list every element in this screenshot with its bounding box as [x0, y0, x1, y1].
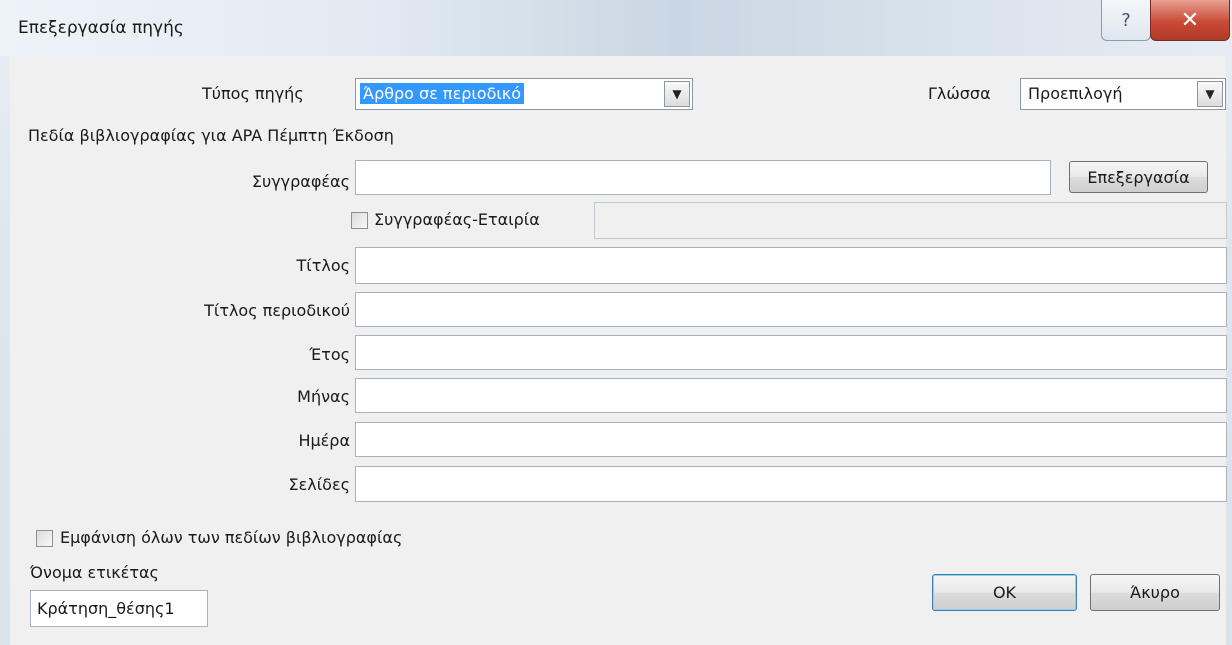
day-label: Ημέρα — [298, 431, 350, 450]
ok-button[interactable]: OK — [932, 574, 1077, 611]
source-type-label: Τύπος πηγής — [202, 84, 304, 103]
title-input[interactable] — [355, 247, 1227, 284]
show-all-fields-label: Εμφάνιση όλων των πεδίων βιβλιογραφίας — [60, 528, 403, 547]
title-bar[interactable]: Επεξεργασία πηγής ? ✕ — [0, 0, 1232, 56]
pages-label: Σελίδες — [288, 475, 350, 494]
corporate-author-checkbox[interactable] — [351, 212, 368, 229]
source-type-select[interactable]: Άρθρο σε περιοδικό ▼ — [355, 78, 693, 110]
month-label: Μήνας — [297, 387, 350, 406]
month-input[interactable] — [355, 378, 1227, 413]
title-label: Τίτλος — [296, 256, 350, 275]
language-label: Γλώσσα — [928, 84, 991, 103]
edit-author-button[interactable]: Επεξεργασία — [1069, 161, 1208, 193]
window-title: Επεξεργασία πηγής — [18, 18, 184, 38]
chevron-down-icon[interactable]: ▼ — [1197, 81, 1223, 107]
year-label: Έτος — [309, 345, 350, 364]
author-label: Συγγραφέας — [251, 172, 350, 191]
author-input[interactable] — [355, 160, 1051, 195]
dialog-window: Επεξεργασία πηγής ? ✕ Τύπος πηγής Άρθρο … — [0, 0, 1232, 645]
corporate-author-input[interactable] — [594, 202, 1227, 239]
language-value: Προεπιλογή — [1028, 84, 1123, 103]
journal-title-input[interactable] — [355, 292, 1227, 327]
pages-input[interactable] — [355, 466, 1227, 502]
tag-name-label: Όνομα ετικέτας — [30, 563, 159, 582]
help-button[interactable]: ? — [1101, 0, 1151, 41]
dialog-client-area: Τύπος πηγής Άρθρο σε περιοδικό ▼ Γλώσσα … — [10, 56, 1227, 645]
tag-name-input[interactable] — [30, 590, 208, 627]
language-select[interactable]: Προεπιλογή ▼ — [1020, 78, 1226, 110]
journal-title-label: Τίτλος περιοδικού — [204, 301, 350, 320]
close-button[interactable]: ✕ — [1150, 0, 1230, 41]
day-input[interactable] — [355, 422, 1227, 457]
section-heading: Πεδία βιβλιογραφίας για APA Πέμπτη Έκδοσ… — [28, 126, 394, 145]
close-icon: ✕ — [1180, 7, 1200, 33]
cancel-button[interactable]: Άκυρο — [1090, 574, 1220, 611]
source-type-value: Άρθρο σε περιοδικό — [360, 83, 524, 104]
year-input[interactable] — [355, 335, 1227, 370]
corporate-author-label: Συγγραφέας-Εταιρία — [374, 210, 540, 229]
show-all-fields-checkbox[interactable] — [36, 530, 53, 547]
chevron-down-icon[interactable]: ▼ — [664, 81, 690, 107]
help-icon: ? — [1121, 9, 1131, 31]
